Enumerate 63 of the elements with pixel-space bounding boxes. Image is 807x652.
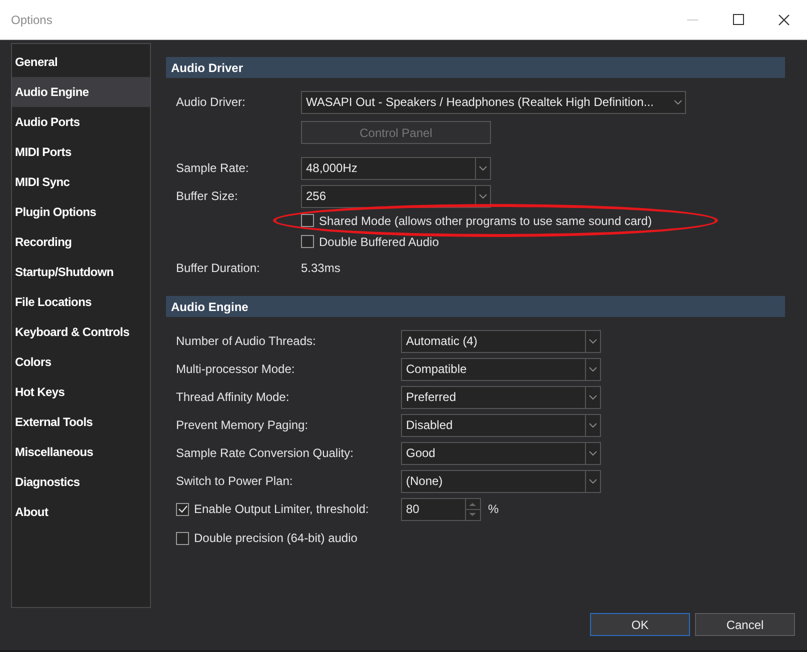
dropdown[interactable]: Preferred: [401, 386, 601, 408]
sidebar-item[interactable]: External Tools: [12, 407, 150, 437]
sidebar-item[interactable]: Audio Ports: [12, 107, 150, 137]
chevron-down-icon: [589, 422, 597, 428]
checkbox-label: Enable Output Limiter, threshold:: [194, 501, 370, 518]
dropdown[interactable]: Compatible: [401, 358, 601, 380]
chevron-down-icon: [589, 394, 597, 400]
sidebar-item[interactable]: Hot Keys: [12, 377, 150, 407]
sidebar-item[interactable]: Keyboard & Controls: [12, 317, 150, 347]
dialog-button[interactable]: OK: [590, 613, 690, 636]
checkbox[interactable]: [301, 214, 314, 227]
field-label: Switch to Power Plan:: [176, 473, 294, 490]
chevron-down-icon: [589, 450, 597, 456]
field-label: Audio Driver:: [176, 94, 246, 111]
sidebar-item[interactable]: Diagnostics: [12, 467, 150, 497]
close-icon[interactable]: [778, 14, 790, 26]
sidebar-item[interactable]: Recording: [12, 227, 150, 257]
sidebar-item[interactable]: Colors: [12, 347, 150, 377]
dropdown[interactable]: WASAPI Out - Speakers / Headphones (Realtek High Definition...: [301, 90, 686, 114]
unit-label: %: [488, 501, 499, 518]
field-label: Multi-processor Mode:: [176, 361, 296, 378]
dropdown[interactable]: 256: [301, 184, 491, 208]
maximize-icon[interactable]: [732, 14, 744, 25]
section-header: Audio Engine: [166, 296, 785, 317]
sidebar-item[interactable]: MIDI Sync: [12, 167, 150, 197]
field-label: Buffer Size:: [176, 188, 239, 205]
sidebar-item[interactable]: General: [12, 47, 150, 77]
chevron-down-icon: [589, 478, 597, 484]
spinner-arrows-icon[interactable]: [465, 498, 480, 520]
dropdown[interactable]: Automatic (4): [401, 330, 601, 352]
chevron-down-icon: [479, 194, 487, 198]
window-title: Options: [11, 12, 52, 28]
sidebar-item[interactable]: MIDI Ports: [12, 137, 150, 167]
number-field[interactable]: 80: [401, 498, 481, 520]
sidebar-item[interactable]: File Locations: [12, 287, 150, 317]
chevron-down-icon: [674, 100, 682, 104]
sidebar-item[interactable]: Plugin Options: [12, 197, 150, 227]
dialog-button[interactable]: Cancel: [695, 613, 795, 636]
chevron-down-icon: [589, 338, 597, 344]
section-header: Audio Driver: [166, 57, 785, 78]
sidebar-item[interactable]: Startup/Shutdown: [12, 257, 150, 287]
checkbox-label: Double precision (64-bit) audio: [194, 530, 358, 547]
field-label: Prevent Memory Paging:: [176, 417, 310, 434]
checkbox-label: Double Buffered Audio: [319, 234, 439, 250]
field-label: Sample Rate:: [176, 160, 250, 177]
checkbox-label: Shared Mode (allows other programs to use same sound card): [319, 212, 652, 230]
checkbox[interactable]: [176, 532, 189, 544]
field-label: Sample Rate Conversion Quality:: [176, 445, 354, 462]
field-label: Thread Affinity Mode:: [176, 389, 290, 406]
field-label: Number of Audio Threads:: [176, 333, 317, 350]
chevron-down-icon: [589, 366, 597, 372]
sidebar-item[interactable]: Miscellaneous: [12, 437, 150, 467]
field-label: Buffer Duration:: [176, 260, 261, 277]
sidebar-item[interactable]: Audio Engine: [12, 77, 150, 107]
dropdown[interactable]: Disabled: [401, 414, 601, 436]
chevron-down-icon: [479, 166, 487, 170]
checkbox[interactable]: [176, 502, 189, 516]
dropdown[interactable]: 48,000Hz: [301, 156, 491, 180]
sidebar-item[interactable]: About: [12, 497, 150, 527]
field-value: 5.33ms: [301, 260, 340, 277]
dropdown[interactable]: (None): [401, 470, 601, 492]
checkbox[interactable]: [301, 235, 314, 248]
dropdown[interactable]: Good: [401, 442, 601, 464]
